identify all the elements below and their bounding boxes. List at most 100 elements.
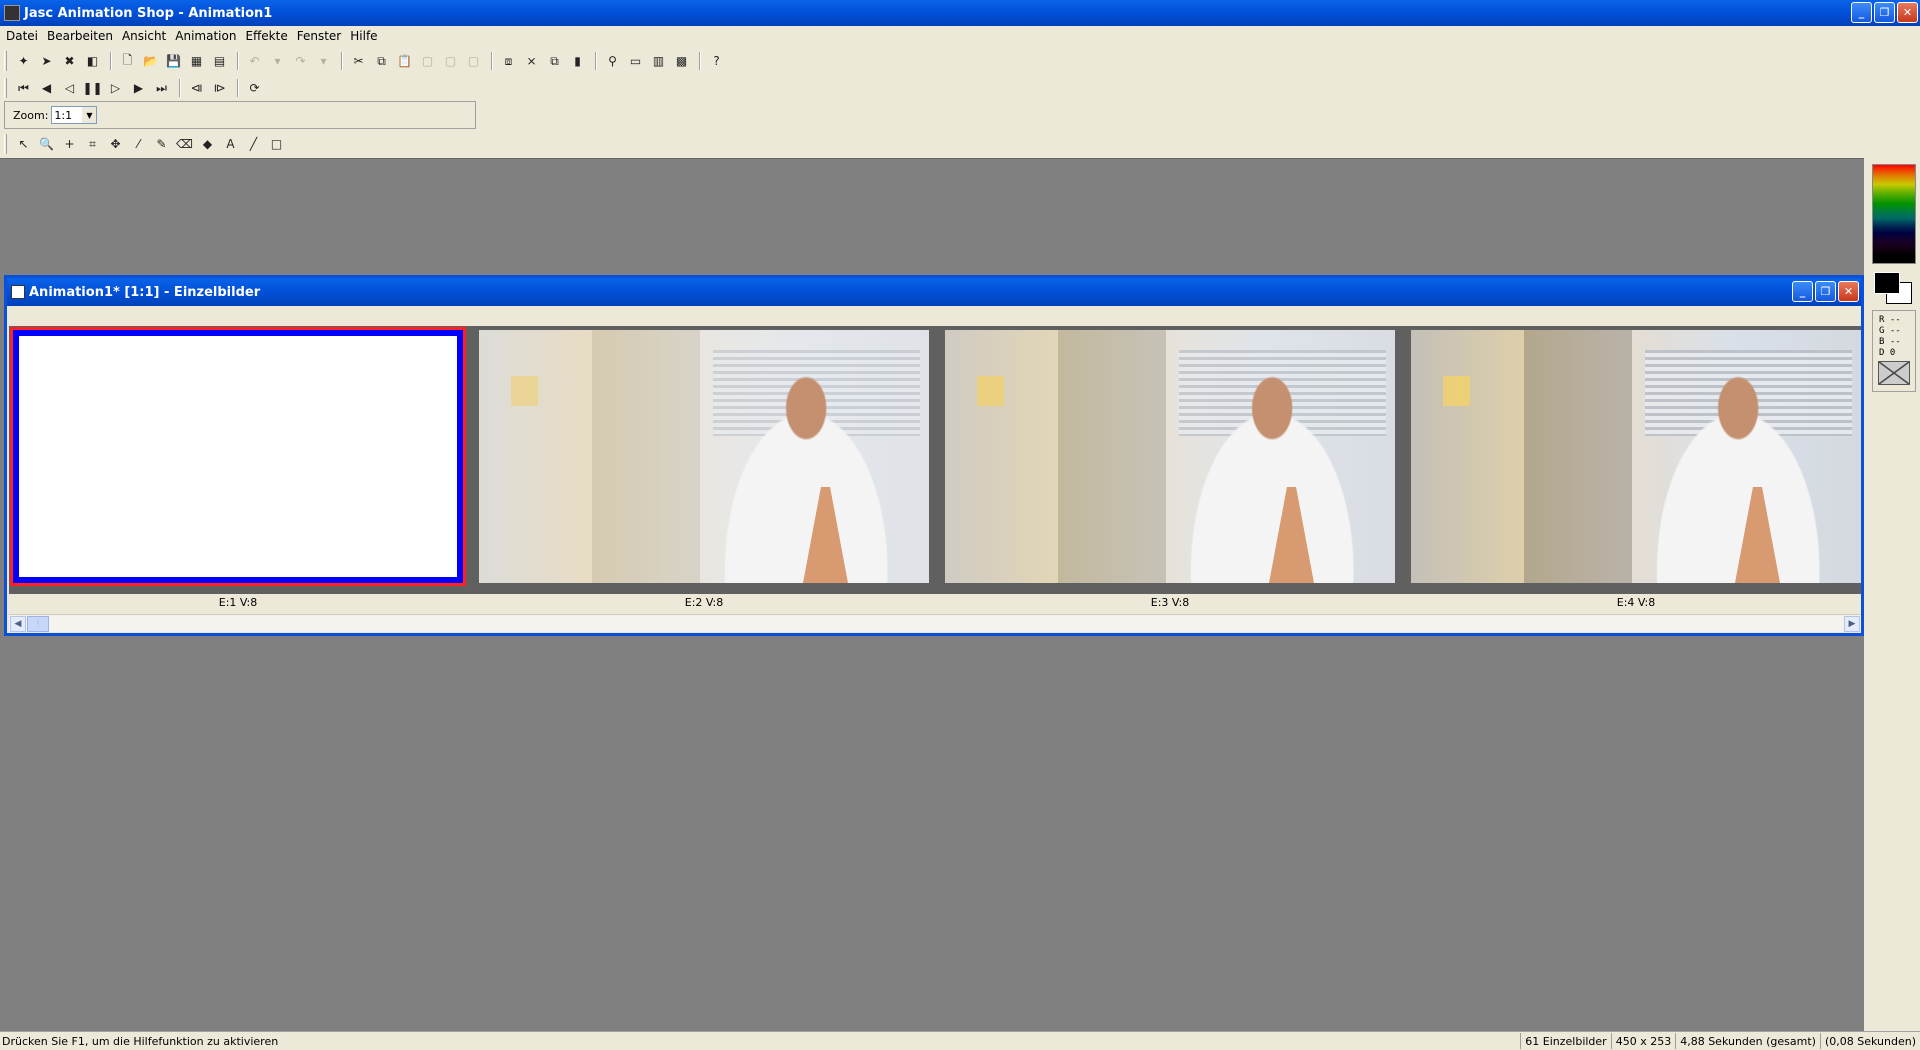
next-frame-icon[interactable]: ▶ xyxy=(128,78,149,99)
frame-4[interactable] xyxy=(1411,330,1861,583)
document-close-button[interactable]: ✕ xyxy=(1838,281,1859,302)
menu-bar: Datei Bearbeiten Ansicht Animation Effek… xyxy=(0,26,1920,46)
open-icon[interactable]: 📂 xyxy=(140,51,161,72)
toolbar-separator xyxy=(237,79,239,97)
menu-hilfe[interactable]: Hilfe xyxy=(348,29,384,43)
menu-ansicht[interactable]: Ansicht xyxy=(120,29,173,43)
redo-dropdown-icon[interactable]: ▾ xyxy=(313,51,334,72)
optimize-icon[interactable]: ✖ xyxy=(59,51,80,72)
last-frame-icon[interactable]: ⏭ xyxy=(151,78,172,99)
frame-2[interactable] xyxy=(479,330,929,583)
menu-bearbeiten[interactable]: Bearbeiten xyxy=(45,29,120,43)
magnifier-tool-icon[interactable]: 🔍 xyxy=(36,134,57,155)
step-back-icon[interactable]: ⧏ xyxy=(186,78,207,99)
frame-1-image xyxy=(19,336,457,577)
undo-icon[interactable]: ↶ xyxy=(244,51,265,72)
dropper-tool-icon[interactable]: ⁄ xyxy=(128,134,149,155)
fill-tool-icon[interactable]: ◆ xyxy=(197,134,218,155)
scroll-thumb[interactable]: ⦙ xyxy=(27,616,49,632)
undo-dropdown-icon[interactable]: ▾ xyxy=(267,51,288,72)
eraser-tool-icon[interactable]: ⌫ xyxy=(174,134,195,155)
transparent-color-icon[interactable] xyxy=(1878,361,1910,385)
toolbar-grip[interactable] xyxy=(4,78,7,98)
paste-into-icon[interactable]: ▢ xyxy=(463,51,484,72)
document-icon[interactable] xyxy=(11,285,25,299)
zoom-label: Zoom: xyxy=(13,108,49,122)
shape-tool-icon[interactable]: □ xyxy=(266,134,287,155)
first-frame-icon[interactable]: ⏮ xyxy=(13,78,34,99)
paste-before-icon[interactable]: ▢ xyxy=(417,51,438,72)
insert-frames-icon[interactable]: ⧈ xyxy=(498,51,519,72)
frame-4-door xyxy=(1523,330,1632,583)
foreground-color-swatch[interactable] xyxy=(1874,272,1900,294)
color-bars-icon[interactable]: ▥ xyxy=(648,51,669,72)
status-image-size: 450 x 253 xyxy=(1610,1033,1676,1049)
horizontal-scrollbar[interactable]: ◀ ⦙ ▶ xyxy=(9,614,1861,632)
menu-effekte[interactable]: Effekte xyxy=(243,29,294,43)
title-bar[interactable]: Jasc Animation Shop - Animation1 _ ❐ ✕ xyxy=(0,0,1920,26)
previous-frame-icon[interactable]: ◀ xyxy=(36,78,57,99)
zoom-select[interactable]: 1:1 ▼ xyxy=(51,106,98,124)
menu-datei[interactable]: Datei xyxy=(4,29,45,43)
animation-document-window: Animation1* [1:1] - Einzelbilder _ ❐ ✕ E… xyxy=(4,275,1864,636)
frame-1[interactable] xyxy=(10,327,466,586)
restore-button[interactable]: ❐ xyxy=(1874,2,1895,23)
filmstrip-icon[interactable]: ▩ xyxy=(671,51,692,72)
line-tool-icon[interactable]: ╱ xyxy=(243,134,264,155)
play-icon[interactable]: ▷ xyxy=(105,78,126,99)
pause-icon[interactable]: ❚❚ xyxy=(82,78,103,99)
menu-fenster[interactable]: Fenster xyxy=(295,29,349,43)
scroll-left-button[interactable]: ◀ xyxy=(10,616,26,632)
paste-icon[interactable]: 📋 xyxy=(394,51,415,72)
toolbar-separator xyxy=(110,52,112,70)
color-spectrum[interactable] xyxy=(1872,164,1916,264)
arrow-tool-icon[interactable]: ↖ xyxy=(13,134,34,155)
vcr-toolbar: ⏮ ◀ ◁ ❚❚ ▷ ▶ ⏭ ⧏ ⧐ ⟳ xyxy=(0,75,267,101)
copy-icon[interactable]: ⧉ xyxy=(371,51,392,72)
document-maximize-button[interactable]: ❐ xyxy=(1815,281,1836,302)
play-reverse-icon[interactable]: ◁ xyxy=(59,78,80,99)
chevron-down-icon[interactable]: ▼ xyxy=(82,107,97,123)
new-icon[interactable]: 🗋 xyxy=(117,51,138,72)
frame-4-label: E:4 V:8 xyxy=(1616,596,1656,609)
crosshair-tool-icon[interactable]: + xyxy=(59,134,80,155)
text-tool-icon[interactable]: A xyxy=(220,134,241,155)
save-icon[interactable]: 💾 xyxy=(163,51,184,72)
step-forward-icon[interactable]: ⧐ xyxy=(209,78,230,99)
batch-icon[interactable]: ▤ xyxy=(209,51,230,72)
paste-after-icon[interactable]: ▢ xyxy=(440,51,461,72)
delete-frames-icon[interactable]: ⨯ xyxy=(521,51,542,72)
wizard-icon[interactable]: ✦ xyxy=(13,51,34,72)
transition-icon[interactable]: ◧ xyxy=(82,51,103,72)
toolbar-grip[interactable] xyxy=(4,134,7,154)
move-tool-icon[interactable]: ✥ xyxy=(105,134,126,155)
window-controls: _ ❐ ✕ xyxy=(1851,2,1918,23)
frame-view-icon[interactable]: ▭ xyxy=(625,51,646,72)
color-d-value: D 0 xyxy=(1879,348,1896,358)
app-window: Jasc Animation Shop - Animation1 _ ❐ ✕ D… xyxy=(0,0,1920,1050)
document-minimize-button[interactable]: _ xyxy=(1792,281,1813,302)
scroll-right-button[interactable]: ▶ xyxy=(1844,616,1860,632)
loop-icon[interactable]: ⟳ xyxy=(244,78,265,99)
document-title-bar[interactable]: Animation1* [1:1] - Einzelbilder _ ❐ ✕ xyxy=(7,278,1861,306)
minimize-button[interactable]: _ xyxy=(1851,2,1872,23)
save-all-icon[interactable]: ▦ xyxy=(186,51,207,72)
app-icon[interactable] xyxy=(4,5,20,21)
highlight-icon[interactable]: ▮ xyxy=(567,51,588,72)
banner-wizard-icon[interactable]: ➤ xyxy=(36,51,57,72)
cut-icon[interactable]: ✂ xyxy=(348,51,369,72)
toolbar-separator xyxy=(179,79,181,97)
menu-animation[interactable]: Animation xyxy=(173,29,243,43)
view-animation-icon[interactable]: ⚲ xyxy=(602,51,623,72)
brush-tool-icon[interactable]: ✎ xyxy=(151,134,172,155)
close-button[interactable]: ✕ xyxy=(1897,2,1918,23)
color-info-panel: R -- G -- B -- D 0 xyxy=(1872,310,1916,392)
context-help-icon[interactable]: ? xyxy=(706,51,727,72)
toolbar-grip[interactable] xyxy=(4,51,7,71)
redo-icon[interactable]: ↷ xyxy=(290,51,311,72)
duplicate-frames-icon[interactable]: ⧉ xyxy=(544,51,565,72)
frame-2-label: E:2 V:8 xyxy=(684,596,724,609)
frame-labels: E:1 V:8 E:2 V:8 E:3 V:8 E:4 V:8 xyxy=(9,594,1861,610)
frame-3[interactable] xyxy=(945,330,1395,583)
crop-tool-icon[interactable]: ⌗ xyxy=(82,134,103,155)
